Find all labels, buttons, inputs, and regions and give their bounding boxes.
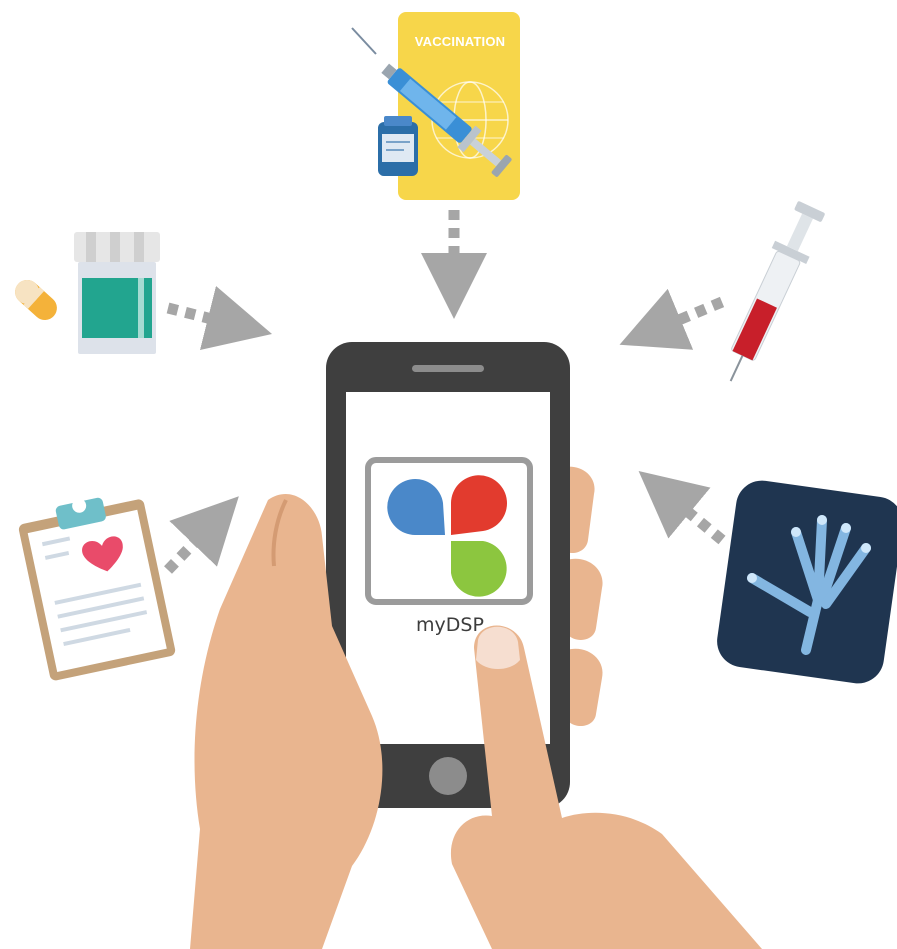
medical-clipboard-icon xyxy=(18,497,176,681)
app-logo-icon xyxy=(365,457,533,605)
illustration xyxy=(15,12,897,949)
medicine-bottle-icon xyxy=(74,232,160,354)
vaccination-label: VACCINATION xyxy=(414,34,506,49)
pointing-hand xyxy=(450,625,762,949)
pill-icon xyxy=(15,279,57,321)
app-name-label: myDSP xyxy=(416,614,484,636)
xray-hand-icon xyxy=(717,480,897,684)
blood-syringe-icon xyxy=(729,201,825,382)
